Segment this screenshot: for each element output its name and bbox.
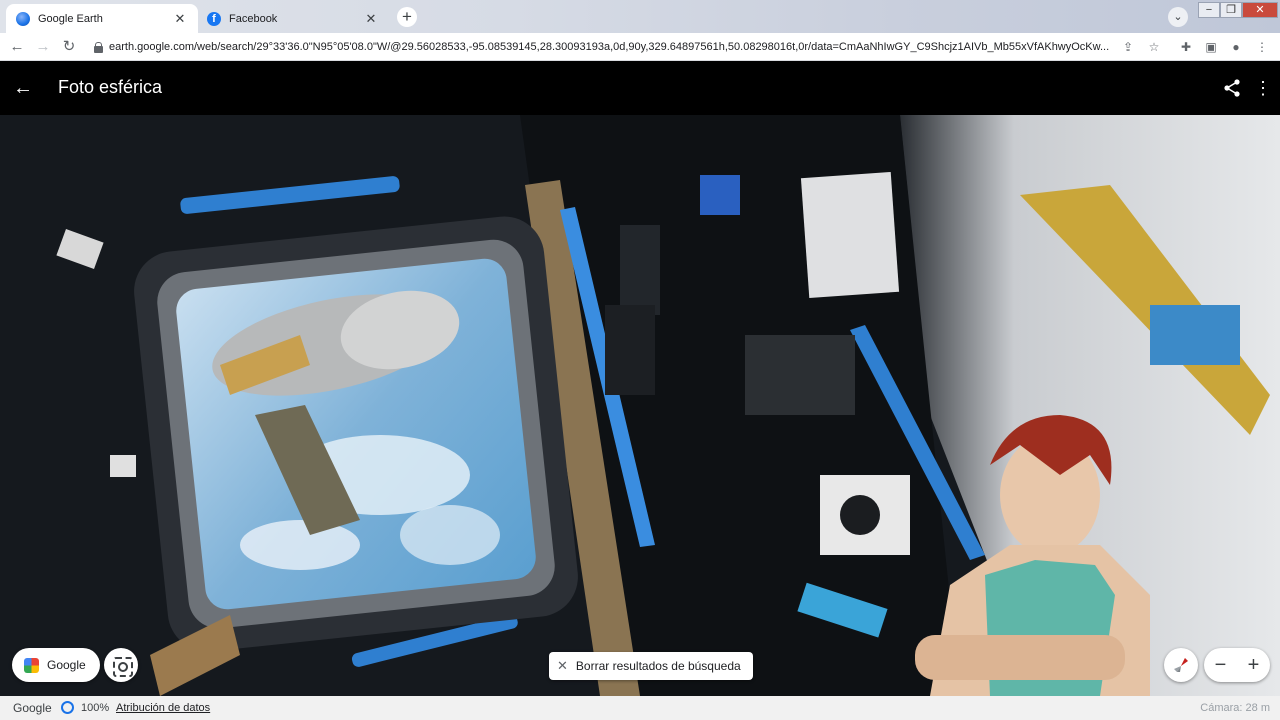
zoom-ring-icon (61, 701, 74, 714)
zoom-level: 100% (81, 702, 110, 714)
tab-facebook[interactable]: f Facebook ✕ (197, 4, 389, 33)
extensions-icon[interactable]: ✚ (1178, 39, 1194, 55)
share-page-icon[interactable]: ⇪ (1120, 39, 1136, 55)
tab-title: Facebook (229, 12, 278, 25)
browser-menu-icon[interactable]: ⋮ (1254, 39, 1270, 55)
tab-google-earth[interactable]: Google Earth ✕ (6, 4, 198, 33)
page-title: Foto esférica (58, 77, 163, 97)
minimize-icon[interactable]: − (1198, 2, 1220, 18)
lock-icon (94, 41, 103, 53)
url-text[interactable]: earth.google.com/web/search/29°33'36.0"N… (109, 41, 1119, 53)
status-bar: Google 100% Atribución de datos Cámara: … (0, 696, 1280, 720)
share-icon[interactable] (1222, 78, 1242, 98)
compass-icon[interactable] (1164, 648, 1198, 682)
maximize-icon[interactable]: ❐ (1220, 2, 1242, 18)
close-icon: ✕ (557, 658, 568, 673)
bookmark-star-icon[interactable]: ☆ (1146, 39, 1162, 55)
data-attribution-link[interactable]: Atribución de datos (116, 702, 210, 714)
window-controls: − ❐ ✕ (1198, 2, 1278, 18)
forward-nav-icon[interactable]: → (33, 37, 53, 57)
close-icon[interactable]: ✕ (363, 11, 379, 27)
clear-search-results-button[interactable]: ✕ Borrar resultados de búsqueda (549, 652, 753, 680)
zoom-out-button[interactable]: − (1215, 654, 1227, 677)
profile-avatar-icon[interactable]: ● (1228, 39, 1244, 55)
back-arrow-icon[interactable]: ← (12, 77, 34, 99)
clear-results-label: Borrar resultados de búsqueda (575, 659, 741, 673)
window-close-icon[interactable]: ✕ (1242, 2, 1278, 18)
close-icon[interactable]: ✕ (172, 11, 188, 27)
google-button-label: Google (47, 658, 86, 672)
earth-favicon-icon (16, 11, 30, 26)
back-nav-icon[interactable]: ← (7, 37, 27, 57)
new-tab-button[interactable]: + (397, 7, 417, 27)
panorama-viewer[interactable]: Google ✕ Borrar resultados de búsqueda −… (0, 115, 1280, 696)
visual-search-icon[interactable] (104, 648, 138, 682)
tab-search-chevron-icon[interactable]: ⌄ (1168, 7, 1188, 27)
zoom-control: − + (1204, 648, 1270, 682)
side-panel-icon[interactable]: ▣ (1203, 39, 1219, 55)
facebook-favicon-icon: f (207, 11, 221, 26)
browser-tab-strip: Google Earth ✕ f Facebook ✕ + ⌄ − ❐ ✕ (0, 0, 1280, 33)
browser-toolbar: ← → ↻ earth.google.com/web/search/29°33'… (0, 33, 1280, 61)
reload-icon[interactable]: ↻ (59, 37, 79, 57)
iss-cupola-panorama-image (0, 115, 1280, 696)
camera-altitude: Cámara: 28 m (1200, 702, 1270, 714)
tab-title: Google Earth (38, 12, 103, 25)
more-options-icon[interactable]: ⋮ (1254, 76, 1272, 100)
address-bar[interactable]: earth.google.com/web/search/29°33'36.0"N… (88, 36, 1168, 58)
google-wordmark: Google (13, 701, 52, 715)
earth-header: ← Foto esférica ⋮ (0, 62, 1280, 115)
zoom-in-button[interactable]: + (1248, 654, 1260, 677)
google-search-button[interactable]: Google (12, 648, 100, 682)
google-logo-icon (24, 657, 39, 673)
